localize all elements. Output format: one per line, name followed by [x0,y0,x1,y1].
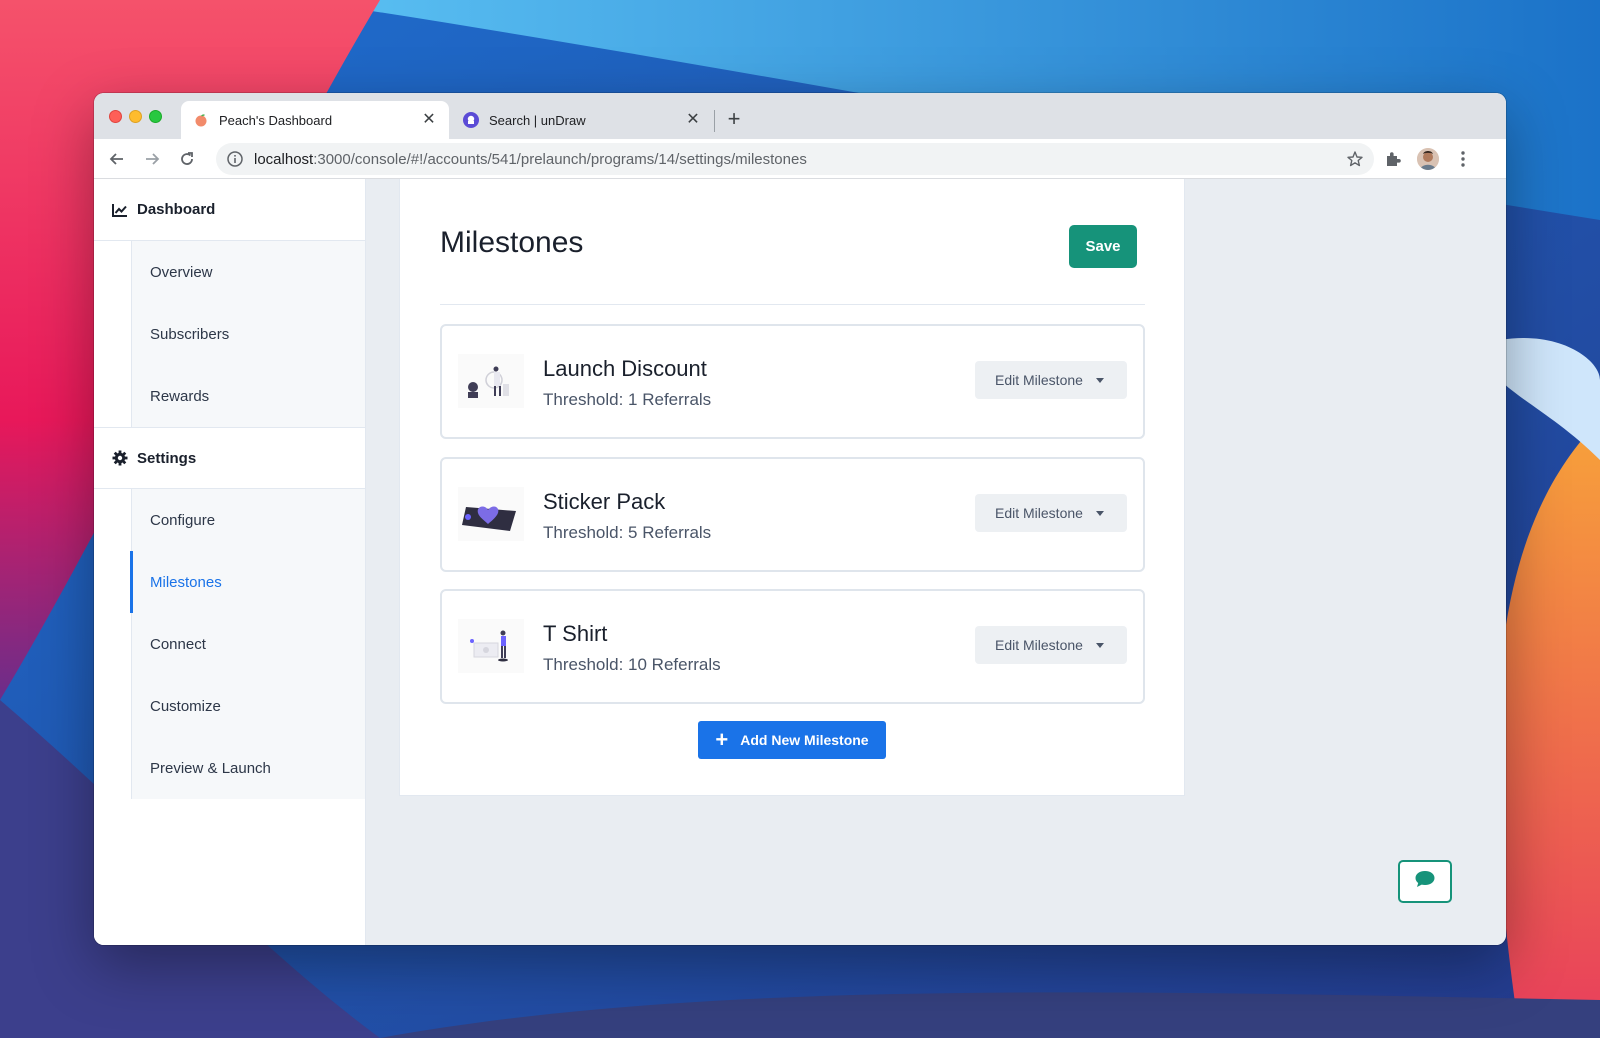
milestone-illustration [458,487,524,541]
edit-milestone-label: Edit Milestone [995,505,1083,521]
settings-nav-group: Configure Milestones Connect Customize P… [130,489,365,799]
edit-milestone-dropdown[interactable]: Edit Milestone [975,361,1127,399]
tab-separator [714,110,715,132]
edit-milestone-label: Edit Milestone [995,637,1083,653]
tab-search-undraw[interactable]: Search | unDraw ✕ [451,101,713,139]
forward-button[interactable] [141,148,163,170]
tab-peachs-dashboard[interactable]: Peach's Dashboard ✕ [181,101,449,139]
tab-title: Peach's Dashboard [219,112,333,128]
sidebar-section-label: Dashboard [137,201,216,218]
sidebar-item-overview[interactable]: Overview [132,241,365,303]
page-content: Dashboard Overview Subscribers Rewards S… [94,179,1506,945]
close-tab-icon[interactable]: ✕ [685,112,701,128]
edit-milestone-dropdown[interactable]: Edit Milestone [975,494,1127,532]
milestone-name: Sticker Pack [543,489,666,514]
line-chart-icon [112,202,128,218]
milestone-threshold: Threshold: 1 Referrals [543,390,712,409]
extensions-puzzle-icon[interactable] [1382,148,1404,170]
chat-bubble-icon [1414,869,1436,894]
milestones-card: Milestones Save Launch Discount Threshol… [399,179,1185,796]
peach-icon [193,112,209,128]
sidebar: Dashboard Overview Subscribers Rewards S… [94,179,366,945]
sidebar-item-customize[interactable]: Customize [132,675,365,737]
fullscreen-window-button[interactable] [149,110,162,123]
tab-title: Search | unDraw [489,112,586,128]
caret-down-icon [1095,510,1104,516]
dashboard-nav-group: Overview Subscribers Rewards [131,241,365,427]
page-title: Milestones [440,226,584,259]
gear-icon [112,450,128,466]
milestone-card: Sticker Pack Threshold: 5 Referrals Edit… [440,457,1145,572]
sidebar-section-label: Settings [137,449,197,467]
sidebar-section-settings[interactable]: Settings [94,427,365,489]
plus-icon: + [715,727,729,752]
more-menu-icon[interactable] [1452,148,1474,170]
milestone-illustration [458,619,524,673]
add-new-milestone-label: Add New Milestone [740,732,869,748]
add-new-milestone-button[interactable]: + Add New Milestone [698,721,886,759]
milestone-card: Launch Discount Threshold: 1 Referrals E… [440,324,1145,439]
tab-strip: Peach's Dashboard ✕ Search | unDraw ✕ + [94,93,1506,139]
caret-down-icon [1095,642,1104,648]
sidebar-item-preview-launch[interactable]: Preview & Launch [132,737,365,799]
milestone-illustration [458,354,524,408]
info-icon[interactable] [226,150,244,168]
back-button[interactable] [106,148,128,170]
undraw-icon [463,112,479,128]
caret-down-icon [1095,377,1104,383]
sidebar-section-dashboard[interactable]: Dashboard [94,179,365,241]
browser-window: Peach's Dashboard ✕ Search | unDraw ✕ + [94,93,1506,945]
milestone-threshold: Threshold: 5 Referrals [543,523,712,542]
close-window-button[interactable] [109,110,122,123]
sidebar-item-configure[interactable]: Configure [132,489,365,551]
browser-toolbar: localhost:3000/console/#!/accounts/541/p… [94,139,1506,179]
bookmark-star-icon[interactable] [1346,150,1364,168]
minimize-window-button[interactable] [129,110,142,123]
sidebar-item-connect[interactable]: Connect [132,613,365,675]
milestone-name: Launch Discount [543,356,707,381]
url-text: localhost:3000/console/#!/accounts/541/p… [254,150,807,168]
milestone-name: T Shirt [543,621,608,646]
milestone-card: T Shirt Threshold: 10 Referrals Edit Mil… [440,589,1145,704]
edit-milestone-label: Edit Milestone [995,372,1083,388]
close-tab-icon[interactable]: ✕ [421,112,437,128]
sidebar-item-rewards[interactable]: Rewards [132,365,365,427]
address-bar[interactable]: localhost:3000/console/#!/accounts/541/p… [216,143,1374,175]
edit-milestone-dropdown[interactable]: Edit Milestone [975,626,1127,664]
new-tab-button[interactable]: + [722,108,746,132]
sidebar-item-subscribers[interactable]: Subscribers [132,303,365,365]
save-button[interactable]: Save [1069,225,1137,268]
sidebar-item-milestones[interactable]: Milestones [130,551,365,613]
profile-avatar[interactable] [1417,148,1439,170]
reload-button[interactable] [176,148,198,170]
chat-button[interactable] [1398,860,1452,903]
milestone-threshold: Threshold: 10 Referrals [543,655,721,674]
divider [440,304,1145,305]
